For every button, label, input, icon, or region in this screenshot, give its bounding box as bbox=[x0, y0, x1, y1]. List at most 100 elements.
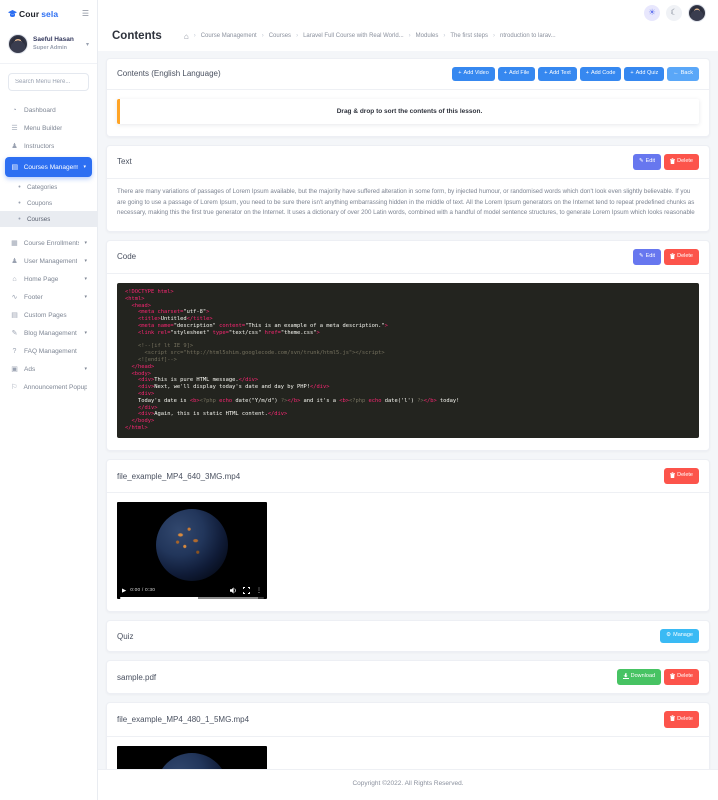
add-text-button[interactable]: + Add Text bbox=[538, 67, 577, 81]
menu-builder-icon: ☰ bbox=[10, 124, 19, 132]
back-button-label: Back bbox=[681, 71, 693, 77]
search-menu-input[interactable] bbox=[8, 73, 89, 91]
sidebar-item-coupons[interactable]: • Coupons bbox=[0, 195, 97, 211]
breadcrumb-item: › ntroduction to larav... bbox=[493, 33, 556, 39]
sidebar-item-label: User Management bbox=[24, 258, 77, 265]
breadcrumb-label[interactable]: Laravel Full Course with Real World... bbox=[303, 33, 404, 39]
user-card[interactable]: Saeful Hasan Super Admin ▾ bbox=[0, 27, 97, 63]
delete-button[interactable]: Delete bbox=[664, 468, 699, 485]
more-options-icon[interactable]: ⋮ bbox=[256, 587, 262, 594]
courses-icon: ▤ bbox=[11, 163, 19, 171]
sidebar-item-blog-management[interactable]: ✎ Blog Management ▾ bbox=[0, 324, 97, 342]
trash-icon bbox=[670, 673, 675, 682]
pages-icon: ▤ bbox=[10, 311, 19, 319]
plus-icon: + bbox=[586, 71, 589, 77]
contents-panel: Contents (English Language) + Add Video … bbox=[106, 58, 710, 137]
light-theme-toggle[interactable]: ☀ bbox=[644, 5, 660, 21]
breadcrumb-item: › The first steps bbox=[443, 33, 488, 39]
home-page-icon: ⌂ bbox=[10, 276, 19, 283]
brand-row: Coursela ☰ bbox=[0, 0, 97, 27]
sidebar: Coursela ☰ Saeful Hasan Super Admin ▾ ◔ … bbox=[0, 0, 98, 800]
add-code-button[interactable]: + Add Code bbox=[580, 67, 622, 81]
breadcrumb-label[interactable]: ntroduction to larav... bbox=[500, 33, 556, 39]
edit-button[interactable]: ✎ Edit bbox=[633, 154, 661, 171]
home-icon[interactable]: ⌂ bbox=[184, 32, 189, 41]
sidebar-item-home-page[interactable]: ⌂ Home Page ▾ bbox=[0, 270, 97, 288]
sidebar-item-label: Dashboard bbox=[24, 107, 56, 114]
add-video-button[interactable]: + Add Video bbox=[452, 67, 495, 81]
brand-logo[interactable]: Coursela bbox=[8, 9, 58, 19]
breadcrumb-label[interactable]: Course Management bbox=[201, 33, 257, 39]
arrow-left-icon: ← bbox=[673, 71, 679, 77]
sidebar-item-faq-management[interactable]: ? FAQ Management bbox=[0, 342, 97, 360]
chevron-down-icon: ▾ bbox=[84, 366, 87, 372]
sidebar-item-label: Blog Management bbox=[24, 330, 77, 337]
delete-button[interactable]: Delete bbox=[664, 249, 699, 266]
add-button-label: Add Video bbox=[464, 71, 489, 77]
video-player[interactable]: ▶ 0:00 / 0:30 ⋮ bbox=[117, 502, 267, 599]
fullscreen-icon[interactable] bbox=[243, 587, 250, 594]
sidebar-item-course-enrollments[interactable]: ▦ Course Enrollments ▾ bbox=[0, 234, 97, 252]
announcement-icon: ⚐ bbox=[10, 383, 18, 391]
add-file-button[interactable]: + Add File bbox=[498, 67, 535, 81]
faq-icon: ? bbox=[10, 348, 19, 355]
manage-button[interactable]: ⚙ Manage bbox=[660, 629, 699, 643]
sidebar-item-label: Footer bbox=[24, 294, 43, 301]
sidebar-menu: ◔ Dashboard ☰ Menu Builder ♟ Instructors… bbox=[0, 99, 97, 800]
brand-name-blue: sela bbox=[41, 9, 58, 19]
sidebar-item-instructors[interactable]: ♟ Instructors bbox=[0, 137, 97, 155]
add-button-label: Add File bbox=[509, 71, 529, 77]
content-area: Contents (English Language) + Add Video … bbox=[98, 51, 718, 769]
sidebar-toggle-icon[interactable]: ☰ bbox=[82, 9, 89, 18]
sidebar-item-courses-management[interactable]: ▤ Courses Management ▾ bbox=[5, 157, 92, 177]
video-player[interactable]: ▶ 0:00 / 0:30 ⋮ bbox=[117, 746, 267, 769]
breadcrumb-label[interactable]: The first steps bbox=[450, 33, 488, 39]
sidebar-item-user-management[interactable]: ♟ User Management ▾ bbox=[0, 252, 97, 270]
blog-icon: ✎ bbox=[10, 329, 19, 337]
sidebar-item-custom-pages[interactable]: ▤ Custom Pages bbox=[0, 306, 97, 324]
sidebar-item-dashboard[interactable]: ◔ Dashboard bbox=[0, 101, 97, 119]
code-block: <!DOCTYPE html><html> <head> <meta chars… bbox=[117, 283, 699, 438]
edit-button[interactable]: ✎ Edit bbox=[633, 249, 661, 266]
sidebar-item-ads[interactable]: ▣ Ads ▾ bbox=[0, 360, 97, 378]
topbar-avatar[interactable] bbox=[688, 4, 706, 22]
plus-icon: + bbox=[504, 71, 507, 77]
sidebar-item-label: Courses bbox=[27, 216, 50, 223]
delete-button[interactable]: Delete bbox=[664, 669, 699, 686]
text-content-body: There are many variations of passages of… bbox=[107, 179, 709, 231]
sidebar-item-label: FAQ Management bbox=[24, 348, 77, 355]
main-header: ☀ ☾ Contents ⌂ › Course Management › Cou… bbox=[98, 0, 718, 51]
add-button-label: Add Quiz bbox=[636, 71, 659, 77]
dark-theme-toggle[interactable]: ☾ bbox=[666, 5, 682, 21]
video-content-card: file_example_MP4_480_1_5MG.mp4 Delete ▶ bbox=[106, 702, 710, 769]
video-content-card: file_example_MP4_640_3MG.mp4 Delete ▶ bbox=[106, 459, 710, 613]
panel-title: Contents (English Language) bbox=[117, 69, 221, 78]
play-button[interactable]: ▶ bbox=[122, 588, 126, 594]
sidebar-item-footer[interactable]: ∿ Footer ▾ bbox=[0, 288, 97, 306]
breadcrumb-label[interactable]: Modules bbox=[416, 33, 439, 39]
sidebar-item-menu-builder[interactable]: ☰ Menu Builder bbox=[0, 119, 97, 137]
breadcrumb-separator: › bbox=[409, 33, 411, 39]
delete-button[interactable]: Delete bbox=[664, 711, 699, 728]
back-button[interactable]: ← Back bbox=[667, 67, 699, 81]
sidebar-item-announcement-popups[interactable]: ⚐ Announcement Popups bbox=[0, 378, 97, 396]
trash-icon bbox=[670, 158, 675, 167]
chevron-down-icon: ▾ bbox=[84, 240, 87, 246]
delete-button[interactable]: Delete bbox=[664, 154, 699, 171]
sidebar-item-courses[interactable]: • Courses bbox=[0, 211, 97, 227]
instructor-icon: ♟ bbox=[10, 142, 19, 150]
chevron-down-icon: ▾ bbox=[83, 164, 86, 170]
add-quiz-button[interactable]: + Add Quiz bbox=[624, 67, 664, 81]
download-button[interactable]: Download bbox=[617, 669, 661, 686]
bullet-icon: • bbox=[17, 216, 22, 223]
users-icon: ♟ bbox=[10, 257, 19, 265]
volume-icon[interactable] bbox=[230, 587, 237, 594]
moon-icon: ☾ bbox=[670, 7, 678, 18]
breadcrumb-separator: › bbox=[194, 33, 196, 39]
breadcrumb-label[interactable]: Courses bbox=[269, 33, 291, 39]
add-buttons: + Add Video + Add File + Add Text + Add … bbox=[452, 67, 664, 81]
sidebar-item-label: Instructors bbox=[24, 143, 54, 150]
sidebar-item-label: Courses Management bbox=[24, 164, 79, 171]
video-progress-bar[interactable] bbox=[120, 597, 264, 599]
sidebar-item-categories[interactable]: • Categories bbox=[0, 179, 97, 195]
